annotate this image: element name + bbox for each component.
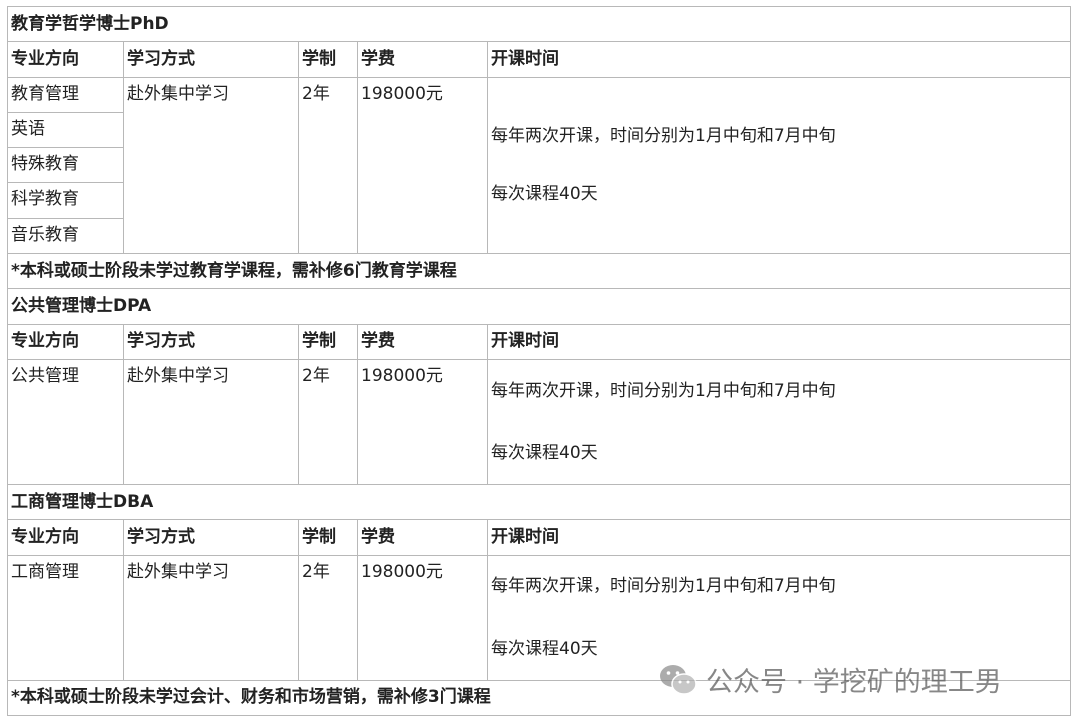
schedule-line: 每年两次开课，时间分别为1月中旬和7月中旬: [491, 576, 836, 597]
schedule-line: 每年两次开课，时间分别为1月中旬和7月中旬: [491, 126, 836, 147]
schedule-cell: 每年两次开课，时间分别为1月中旬和7月中旬 每次课程40天: [487, 76, 1071, 255]
column-header-duration: 学制: [298, 519, 358, 556]
table-header-row: 专业方向 学习方式 学制 学费 开课时间: [7, 519, 1071, 556]
major-cell: 工商管理: [7, 554, 124, 681]
major-cell: 科学教育: [7, 182, 124, 219]
schedule-line: 每次课程40天: [491, 638, 598, 659]
column-header-major: 专业方向: [7, 519, 124, 556]
major-cell: 英语: [7, 111, 124, 149]
column-header-major: 专业方向: [7, 41, 124, 78]
mode-cell: 赴外集中学习: [123, 76, 299, 255]
column-header-mode: 学习方式: [123, 41, 299, 78]
section-title: 工商管理博士DBA: [7, 483, 1071, 521]
duration-cell: 2年: [298, 554, 358, 681]
fee-cell: 198000元: [357, 554, 488, 681]
major-cell: 教育管理: [7, 76, 124, 113]
column-header-schedule: 开课时间: [487, 41, 1071, 78]
section-title-row: 公共管理博士DPA: [7, 288, 1071, 325]
column-header-schedule: 开课时间: [487, 323, 1071, 360]
section-note: *本科或硕士阶段未学过教育学课程，需补修6门教育学课程: [7, 253, 1071, 290]
watermark: 公众号 · 学挖矿的理工男: [658, 660, 1002, 699]
major-cell: 公共管理: [7, 358, 124, 485]
section-title: 公共管理博士DPA: [7, 288, 1071, 325]
column-header-major: 专业方向: [7, 323, 124, 360]
mode-cell: 赴外集中学习: [123, 554, 299, 681]
column-header-fee: 学费: [357, 41, 488, 78]
schedule-line: 每次课程40天: [491, 184, 598, 205]
schedule-line: 每年两次开课，时间分别为1月中旬和7月中旬: [491, 380, 836, 401]
wechat-icon: [658, 663, 698, 697]
mode-cell: 赴外集中学习: [123, 358, 299, 485]
fee-cell: 198000元: [357, 76, 488, 255]
doctoral-programs-table: 教育学哲学博士PhD 专业方向 学习方式 学制 学费 开课时间 教育管理 赴外集…: [7, 5, 1071, 716]
schedule-line: 每次课程40天: [491, 442, 598, 463]
table-row: 公共管理 赴外集中学习 2年 198000元 每年两次开课，时间分别为1月中旬和…: [7, 358, 1071, 485]
section-title-row: 教育学哲学博士PhD: [7, 5, 1071, 43]
column-header-fee: 学费: [357, 519, 488, 556]
column-header-mode: 学习方式: [123, 323, 299, 360]
section-title: 教育学哲学博士PhD: [7, 5, 1071, 43]
column-header-duration: 学制: [298, 41, 358, 78]
table-header-row: 专业方向 学习方式 学制 学费 开课时间: [7, 41, 1071, 78]
schedule-cell: 每年两次开课，时间分别为1月中旬和7月中旬 每次课程40天: [487, 358, 1071, 485]
column-header-mode: 学习方式: [123, 519, 299, 556]
duration-cell: 2年: [298, 358, 358, 485]
watermark-text: 公众号 · 学挖矿的理工男: [706, 667, 1002, 698]
note-row: *本科或硕士阶段未学过教育学课程，需补修6门教育学课程: [7, 253, 1071, 290]
major-cell: 音乐教育: [7, 217, 124, 255]
fee-cell: 198000元: [357, 358, 488, 485]
column-header-fee: 学费: [357, 323, 488, 360]
duration-cell: 2年: [298, 76, 358, 255]
section-title-row: 工商管理博士DBA: [7, 483, 1071, 521]
table-row: 教育管理 赴外集中学习 2年 198000元 每年两次开课，时间分别为1月中旬和…: [7, 76, 1071, 255]
major-cell: 特殊教育: [7, 147, 124, 184]
table-header-row: 专业方向 学习方式 学制 学费 开课时间: [7, 323, 1071, 360]
column-header-duration: 学制: [298, 323, 358, 360]
column-header-schedule: 开课时间: [487, 519, 1071, 556]
